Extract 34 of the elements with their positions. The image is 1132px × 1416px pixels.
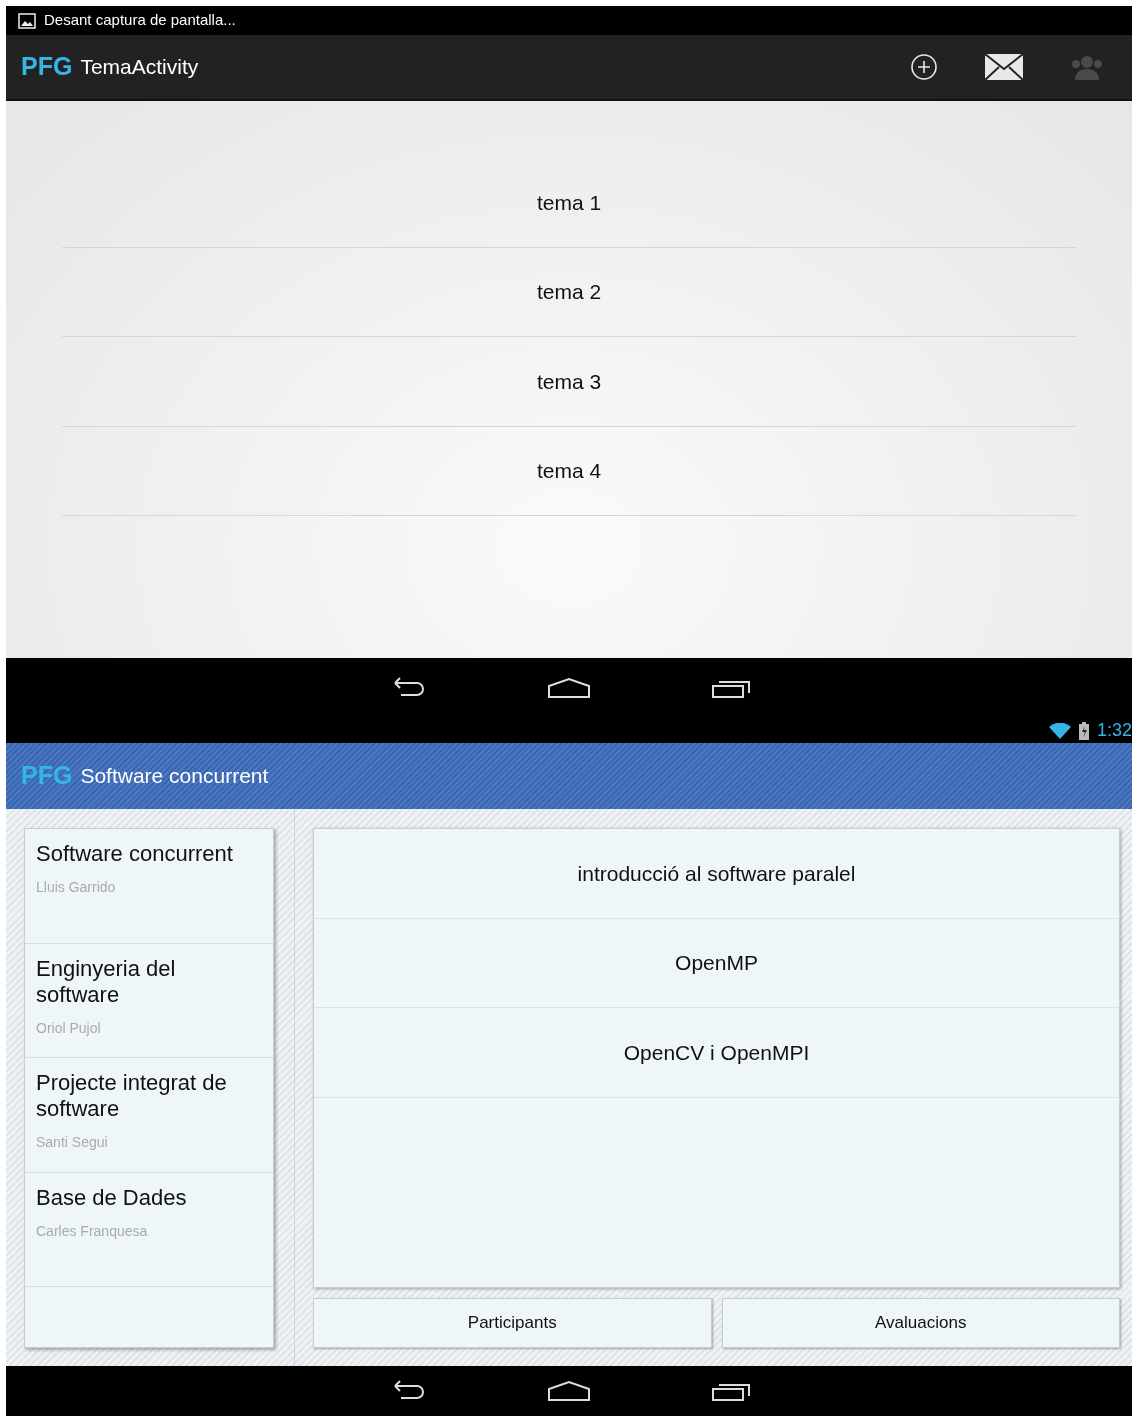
- topic-item[interactable]: introducció al software paralel: [314, 829, 1119, 919]
- subject-title: Software concurrent: [36, 841, 234, 867]
- wifi-icon: [1048, 722, 1071, 739]
- mail-icon[interactable]: [984, 53, 1024, 81]
- topic-item[interactable]: tema 4: [62, 426, 1076, 516]
- clock-text: 1:32: [1096, 719, 1132, 742]
- topic-item[interactable]: tema 1: [62, 158, 1076, 248]
- teacher-name: Lluis Garrido: [36, 878, 117, 897]
- topic-item[interactable]: OpenMP: [314, 918, 1119, 1008]
- subject-title: Projecte integrat de software: [36, 1070, 228, 1122]
- screen-title: Software concurrent: [80, 763, 269, 790]
- teacher-name: Oriol Pujol: [36, 1018, 102, 1038]
- subject-title: Base de Dades: [36, 1184, 188, 1211]
- subject-item[interactable]: Software concurrent Lluis Garrido: [25, 829, 273, 944]
- teacher-name: Santi Segui: [36, 1133, 109, 1152]
- battery-icon: [1078, 721, 1089, 740]
- topic-item[interactable]: OpenCV i OpenMPI: [314, 1008, 1119, 1098]
- teacher-name: Carles Franquesa: [36, 1221, 149, 1241]
- home-icon[interactable]: [547, 677, 591, 699]
- notification-text: Desant captura de pantalla...: [44, 10, 236, 31]
- subject-item[interactable]: Projecte integrat de software Santi Segui: [25, 1058, 273, 1173]
- picture-icon: [18, 12, 36, 29]
- tab-button[interactable]: Participants: [313, 1298, 712, 1348]
- app-logo: PFG: [21, 51, 73, 83]
- add-icon[interactable]: [910, 53, 938, 81]
- topic-item[interactable]: tema 3: [62, 337, 1076, 427]
- topic-item[interactable]: tema 2: [62, 247, 1076, 337]
- tab-button[interactable]: Avaluacions: [721, 1298, 1120, 1348]
- app-logo: PFG: [21, 760, 73, 792]
- home-icon[interactable]: [547, 1380, 591, 1402]
- subject-title: Enginyeria del software: [36, 955, 177, 1008]
- subject-item[interactable]: Base de Dades Carles Franquesa: [25, 1172, 273, 1287]
- subject-item[interactable]: Enginyeria del software Oriol Pujol: [25, 943, 273, 1058]
- screen-title: TemaActivity: [80, 54, 199, 81]
